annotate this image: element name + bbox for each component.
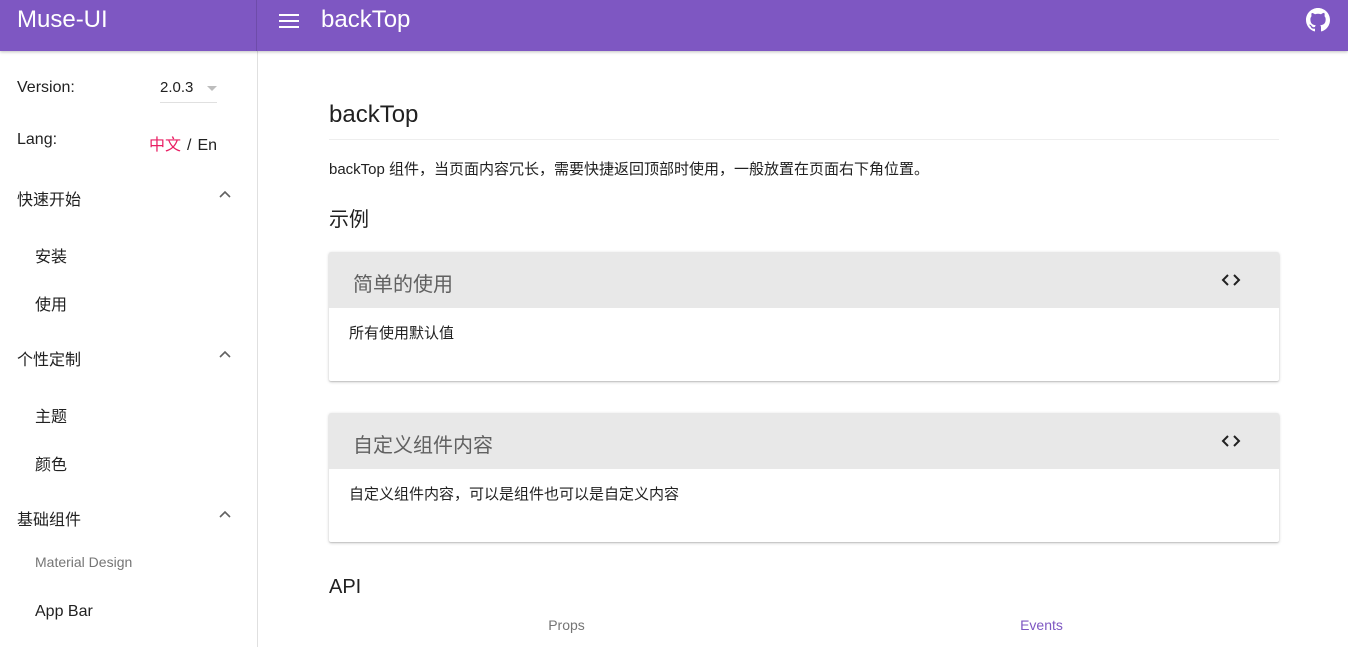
nav-group-quickstart[interactable]: 快速开始 — [0, 172, 257, 220]
code-icon[interactable] — [1219, 268, 1243, 292]
code-icon[interactable] — [1219, 429, 1243, 453]
demo-card-title: 自定义组件内容 — [353, 435, 493, 457]
demo-card: 自定义组件内容 自定义组件内容，可以是组件也可以是自定义内容 — [329, 413, 1279, 542]
nav-group-label: 快速开始 — [17, 192, 82, 209]
lang-zh-link[interactable]: 中文 — [149, 137, 181, 154]
nav-item-label: App Bar — [35, 603, 93, 620]
page-title-appbar: backTop — [321, 6, 411, 33]
nav-item-install[interactable]: 安装 — [0, 230, 257, 274]
brand-logo-text[interactable]: Muse-UI — [0, 0, 257, 51]
lang-en-link[interactable]: En — [197, 137, 217, 154]
nav-item-theme[interactable]: 主题 — [0, 390, 257, 434]
lang-separator: / — [187, 137, 192, 154]
sidebar: Version: 2.0.3 Lang: 中文 / En 快速开始 安装 使用 个性… — [0, 51, 258, 647]
nav-item-label: 安装 — [35, 249, 68, 266]
api-tabs: Props Events — [329, 611, 1279, 647]
tab-events[interactable]: Events — [804, 617, 1279, 633]
demo-card-text: 自定义组件内容，可以是组件也可以是自定义内容 — [349, 486, 680, 503]
lang-switch: 中文 / En — [149, 131, 217, 155]
demo-card-header: 自定义组件内容 — [329, 413, 1279, 469]
nav-group-basic-components[interactable]: 基础组件 — [0, 492, 257, 540]
nav-group-label: 个性定制 — [17, 352, 82, 369]
nav-item-usage[interactable]: 使用 — [0, 278, 257, 322]
page-description: backTop 组件，当页面内容冗长，需要快捷返回顶部时使用，一般放置在页面右下… — [329, 161, 930, 178]
examples-heading: 示例 — [329, 209, 369, 231]
main-content: backTop backTop 组件，当页面内容冗长，需要快捷返回顶部时使用，一… — [258, 51, 1348, 647]
nav-subheader-material-design: Material Design — [35, 554, 133, 570]
version-value: 2.0.3 — [160, 79, 194, 96]
tab-props[interactable]: Props — [329, 617, 804, 633]
menu-icon[interactable] — [272, 6, 306, 34]
demo-card: 简单的使用 所有使用默认值 — [329, 252, 1279, 381]
demo-card-text: 所有使用默认值 — [349, 325, 455, 342]
chevron-up-icon — [219, 510, 231, 518]
version-select[interactable]: 2.0.3 — [160, 77, 217, 103]
github-icon[interactable] — [1306, 8, 1330, 32]
nav-item-color[interactable]: 颜色 — [0, 438, 257, 482]
page-title: backTop — [329, 101, 1279, 140]
nav-item-app-bar[interactable]: App Bar — [0, 590, 257, 634]
nav-item-label: 颜色 — [35, 457, 68, 474]
api-heading: API — [329, 576, 362, 598]
demo-card-header: 简单的使用 — [329, 252, 1279, 308]
chevron-down-icon — [207, 86, 217, 91]
chevron-up-icon — [219, 350, 231, 358]
nav-item-label: 使用 — [35, 297, 68, 314]
version-label: Version: — [17, 79, 75, 96]
demo-card-title: 简单的使用 — [353, 274, 453, 296]
chevron-up-icon — [219, 190, 231, 198]
nav-item-label: 主题 — [35, 409, 68, 426]
nav-group-customize[interactable]: 个性定制 — [0, 332, 257, 380]
lang-label: Lang: — [17, 131, 58, 148]
nav-group-label: 基础组件 — [17, 512, 82, 529]
app-bar: Muse-UI backTop — [0, 0, 1348, 51]
